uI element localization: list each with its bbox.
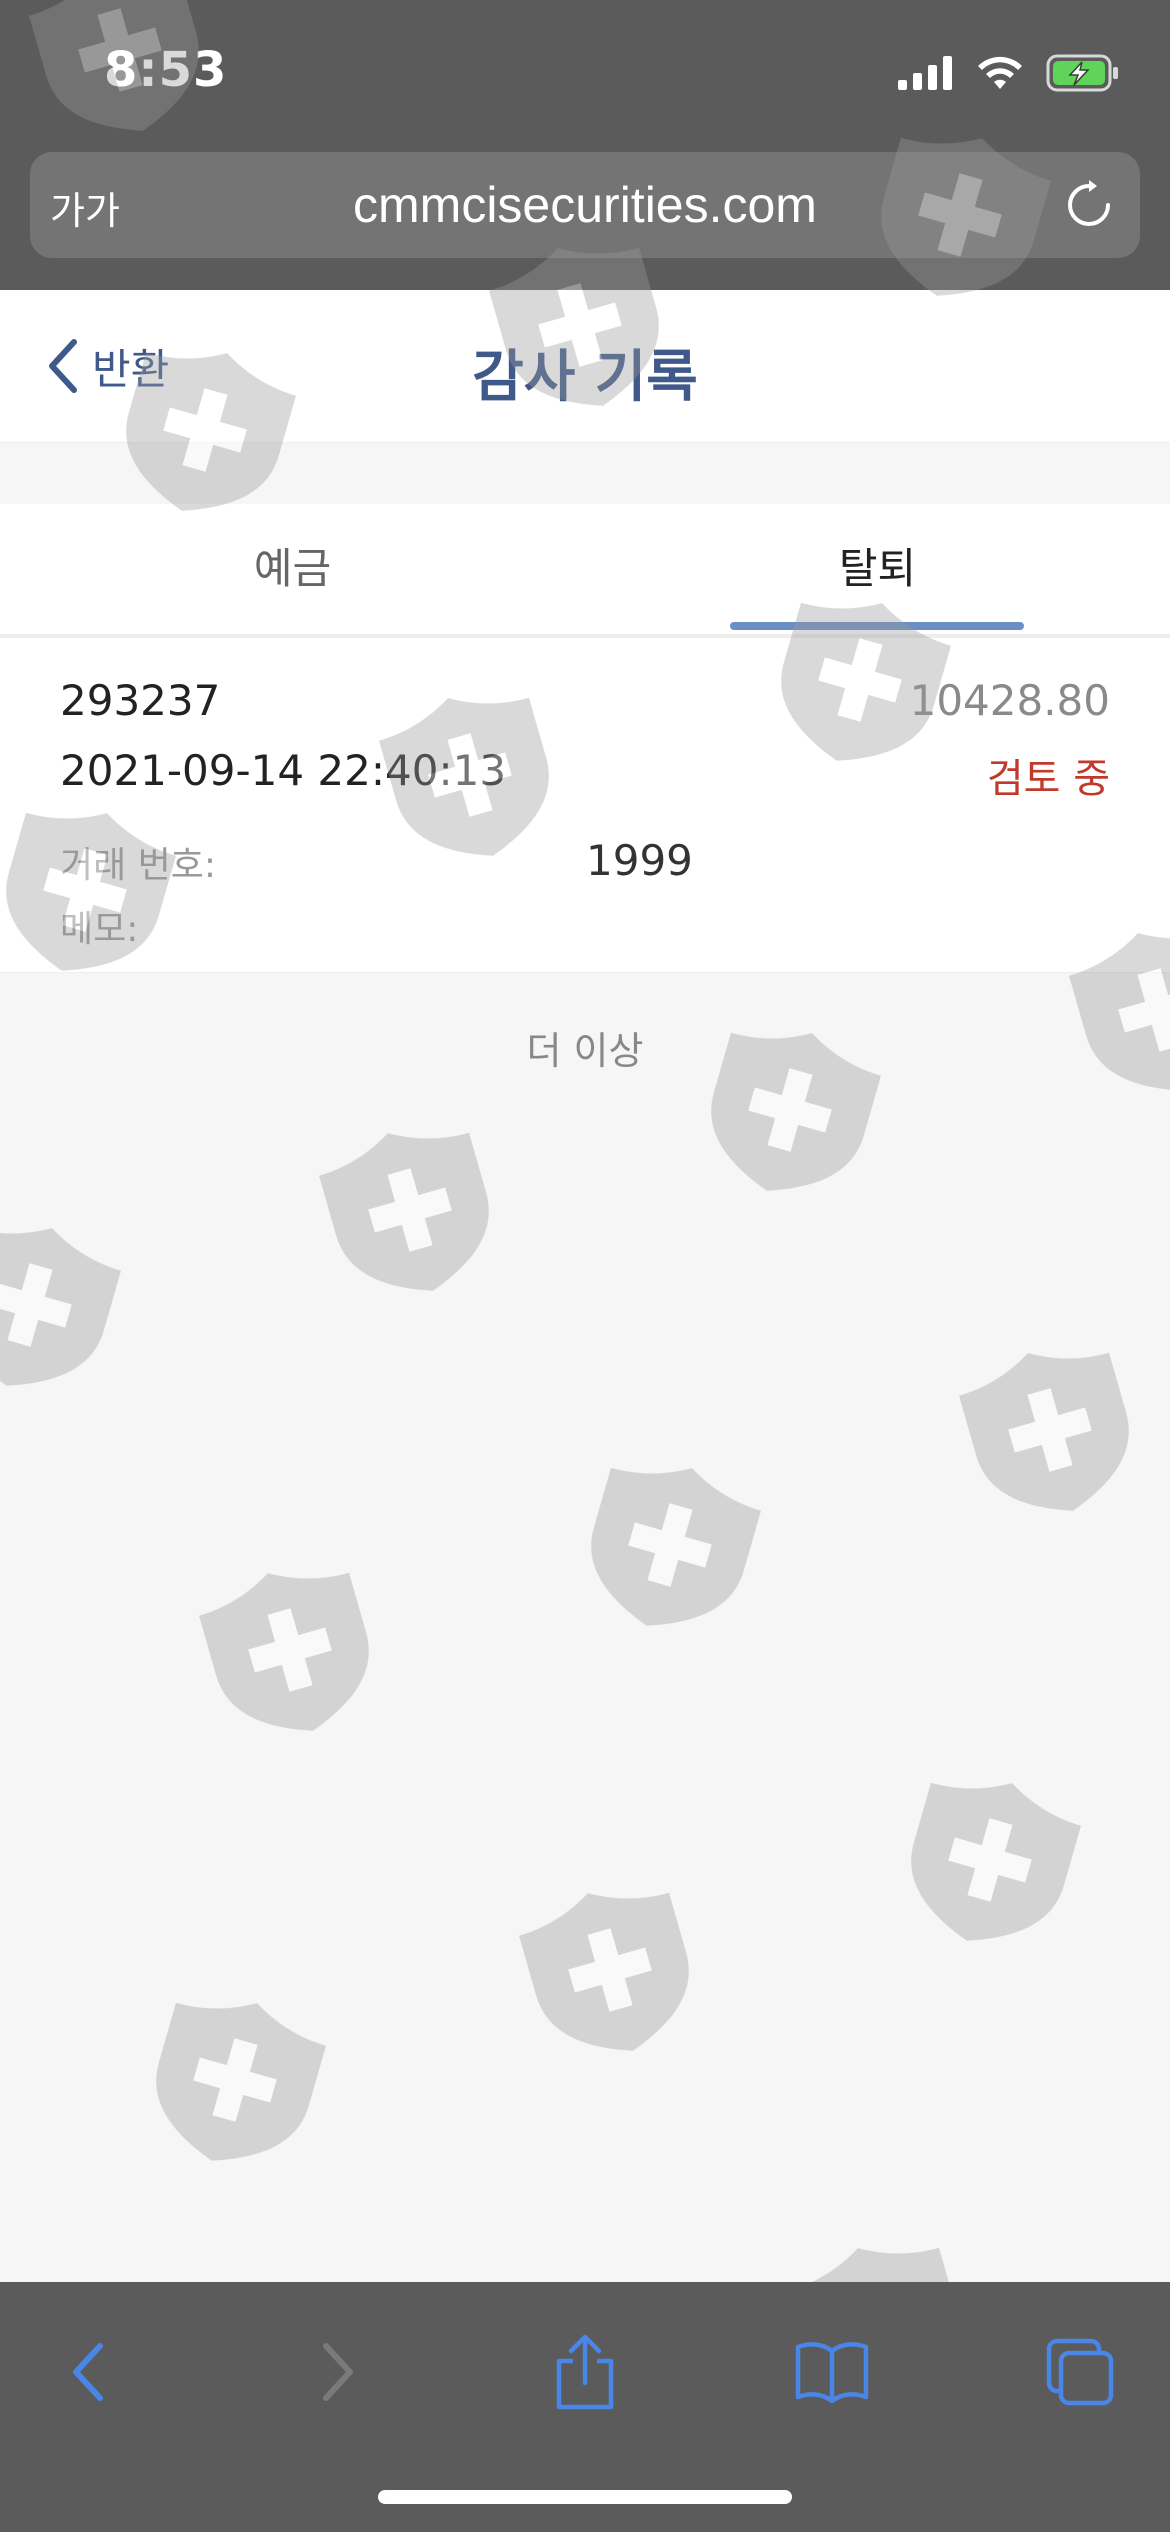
list-item[interactable]: 293237 10428.80 2021-09-14 22:40:13 검토 중… bbox=[0, 638, 1170, 973]
browser-forward-button[interactable] bbox=[288, 2322, 388, 2422]
bookmarks-button[interactable] bbox=[782, 2322, 882, 2422]
record-datetime: 2021-09-14 22:40:13 bbox=[60, 746, 507, 795]
wifi-icon bbox=[978, 56, 1022, 89]
url-text[interactable]: cmmcisecurities.com bbox=[30, 176, 1140, 234]
transaction-number-value: 1999 bbox=[586, 836, 693, 885]
tab-deposit[interactable]: 예금 bbox=[0, 504, 585, 634]
forward-icon bbox=[323, 2343, 353, 2401]
tab-withdraw[interactable]: 탈퇴 bbox=[585, 504, 1170, 634]
browser-chrome-top: 8:53 가가 cmmcisecurities.com bbox=[0, 0, 1170, 290]
record-id: 293237 bbox=[60, 676, 221, 725]
record-amount: 10428.80 bbox=[909, 676, 1110, 725]
tabs-icon bbox=[1046, 2338, 1114, 2406]
active-tab-indicator bbox=[730, 622, 1024, 630]
page-header: 반환 감사 기록 bbox=[0, 290, 1170, 443]
back-icon bbox=[73, 2343, 103, 2401]
share-button[interactable] bbox=[535, 2322, 635, 2422]
tabs-button[interactable] bbox=[1030, 2322, 1130, 2422]
memo-label: 메모: bbox=[60, 909, 139, 950]
status-icons bbox=[898, 50, 1120, 96]
list-end-text: 더 이상 bbox=[526, 1029, 644, 1073]
status-badge: 검토 중 bbox=[986, 756, 1110, 802]
reload-icon[interactable] bbox=[1062, 178, 1116, 232]
address-bar[interactable]: 가가 cmmcisecurities.com bbox=[30, 152, 1140, 258]
share-icon bbox=[556, 2334, 614, 2410]
tab-bar: 예금 탈퇴 bbox=[0, 504, 1170, 638]
browser-back-button[interactable] bbox=[38, 2322, 138, 2422]
home-indicator[interactable] bbox=[378, 2490, 792, 2504]
bookmarks-icon bbox=[795, 2342, 869, 2403]
page-title: 감사 기록 bbox=[472, 345, 698, 410]
transaction-number-label: 거래 번호: bbox=[60, 845, 217, 886]
status-time: 8:53 bbox=[104, 42, 228, 98]
battery-charging-icon bbox=[1046, 54, 1118, 92]
signal-icon bbox=[898, 56, 952, 90]
